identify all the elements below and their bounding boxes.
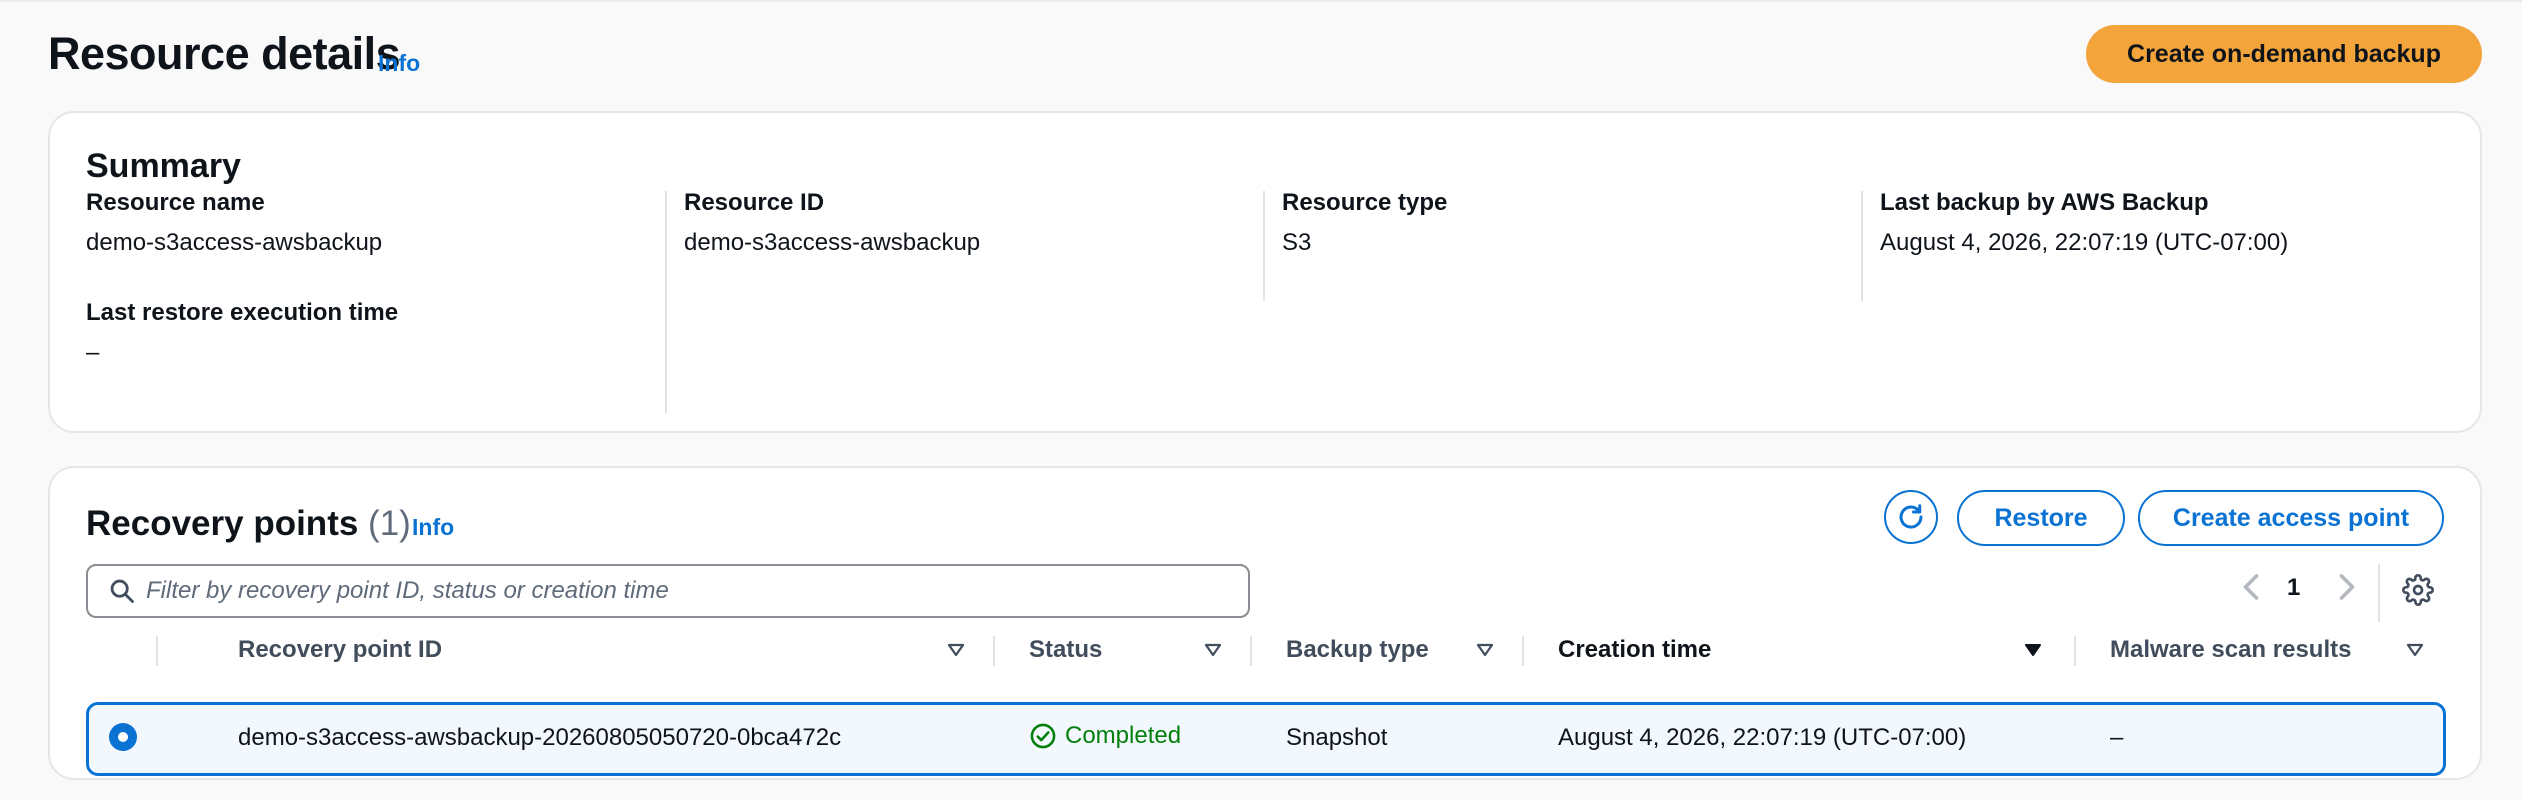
- summary-panel: Summary Resource name demo-s3access-awsb…: [48, 111, 2482, 433]
- table-settings-button[interactable]: [2402, 574, 2434, 611]
- recovery-points-panel: Recovery points (1) Info Restore Create …: [48, 466, 2482, 780]
- sort-icon[interactable]: [2406, 636, 2424, 664]
- column-divider: [1522, 636, 1524, 666]
- field-resource-id: Resource ID demo-s3access-awsbackup: [684, 189, 1244, 257]
- recovery-points-count: (1): [368, 504, 411, 543]
- field-last-backup: Last backup by AWS Backup August 4, 2026…: [1880, 189, 2440, 257]
- field-value: demo-s3access-awsbackup: [684, 229, 981, 256]
- search-icon: [110, 579, 134, 603]
- page-title: Resource details: [48, 28, 401, 79]
- sort-icon[interactable]: [1204, 636, 1222, 664]
- page-info-link[interactable]: Info: [378, 50, 420, 77]
- status-text: Completed: [1065, 722, 1182, 749]
- create-on-demand-backup-button[interactable]: Create on-demand backup: [2086, 25, 2482, 83]
- column-divider: [665, 191, 667, 413]
- sort-icon[interactable]: [1476, 636, 1494, 664]
- row-select-radio[interactable]: [109, 723, 137, 751]
- field-label: Last restore execution time: [86, 299, 399, 326]
- column-header-recovery-point-id[interactable]: Recovery point ID: [238, 636, 442, 664]
- summary-title: Summary: [86, 147, 241, 185]
- recovery-points-title: Recovery points (1): [86, 504, 411, 544]
- pager-divider: [2378, 564, 2380, 622]
- table-row[interactable]: demo-s3access-awsbackup-20260805050720-0…: [86, 702, 2446, 776]
- restore-button[interactable]: Restore: [1957, 490, 2125, 546]
- field-value: August 4, 2026, 22:07:19 (UTC-07:00): [1880, 229, 2289, 256]
- refresh-button[interactable]: [1884, 490, 1938, 544]
- recovery-point-id[interactable]: demo-s3access-awsbackup-20260805050720-0…: [238, 724, 841, 752]
- column-divider: [1263, 191, 1265, 301]
- refresh-icon: [1899, 504, 1923, 529]
- column-divider: [993, 636, 995, 666]
- previous-page-button[interactable]: [2240, 572, 2262, 607]
- column-divider: [2074, 636, 2076, 666]
- filter-search: [86, 564, 1250, 618]
- chevron-right-icon: [2339, 574, 2355, 600]
- filter-input[interactable]: [146, 566, 1248, 616]
- chevron-left-icon: [2243, 574, 2259, 600]
- field-label: Resource type: [1282, 189, 1448, 216]
- recovery-points-title-text: Recovery points: [86, 504, 359, 543]
- sort-icon[interactable]: [947, 636, 965, 664]
- status-badge: Completed: [1029, 722, 1181, 750]
- create-access-point-button[interactable]: Create access point: [2138, 490, 2444, 546]
- malware-scan-result: –: [2110, 724, 2124, 751]
- creation-time: August 4, 2026, 22:07:19 (UTC-07:00): [1558, 724, 1967, 751]
- field-label: Resource ID: [684, 189, 825, 216]
- field-last-restore: Last restore execution time –: [86, 299, 646, 367]
- next-page-button[interactable]: [2336, 572, 2358, 607]
- top-divider: [0, 0, 2522, 2]
- column-header-creation-time[interactable]: Creation time: [1558, 636, 1711, 664]
- column-divider: [1250, 636, 1252, 666]
- field-label: Last backup by AWS Backup: [1880, 189, 2209, 216]
- recovery-points-info-link[interactable]: Info: [412, 514, 454, 541]
- column-header-backup-type[interactable]: Backup type: [1286, 636, 1429, 664]
- column-divider: [1861, 191, 1863, 301]
- column-divider: [156, 636, 158, 666]
- field-value: demo-s3access-awsbackup: [86, 229, 383, 256]
- backup-type: Snapshot: [1286, 724, 1388, 751]
- field-value: S3: [1282, 229, 1312, 256]
- page-number[interactable]: 1: [2287, 574, 2300, 602]
- field-value: –: [86, 339, 100, 366]
- field-label: Resource name: [86, 189, 265, 216]
- field-resource-type: Resource type S3: [1282, 189, 1842, 257]
- column-header-malware-scan-results[interactable]: Malware scan results: [2110, 636, 2351, 664]
- column-header-status[interactable]: Status: [1029, 636, 1102, 664]
- sort-descending-icon[interactable]: [2024, 636, 2042, 664]
- gear-icon: [2402, 574, 2434, 606]
- field-resource-name: Resource name demo-s3access-awsbackup: [86, 189, 646, 257]
- check-circle-icon: [1030, 723, 1056, 749]
